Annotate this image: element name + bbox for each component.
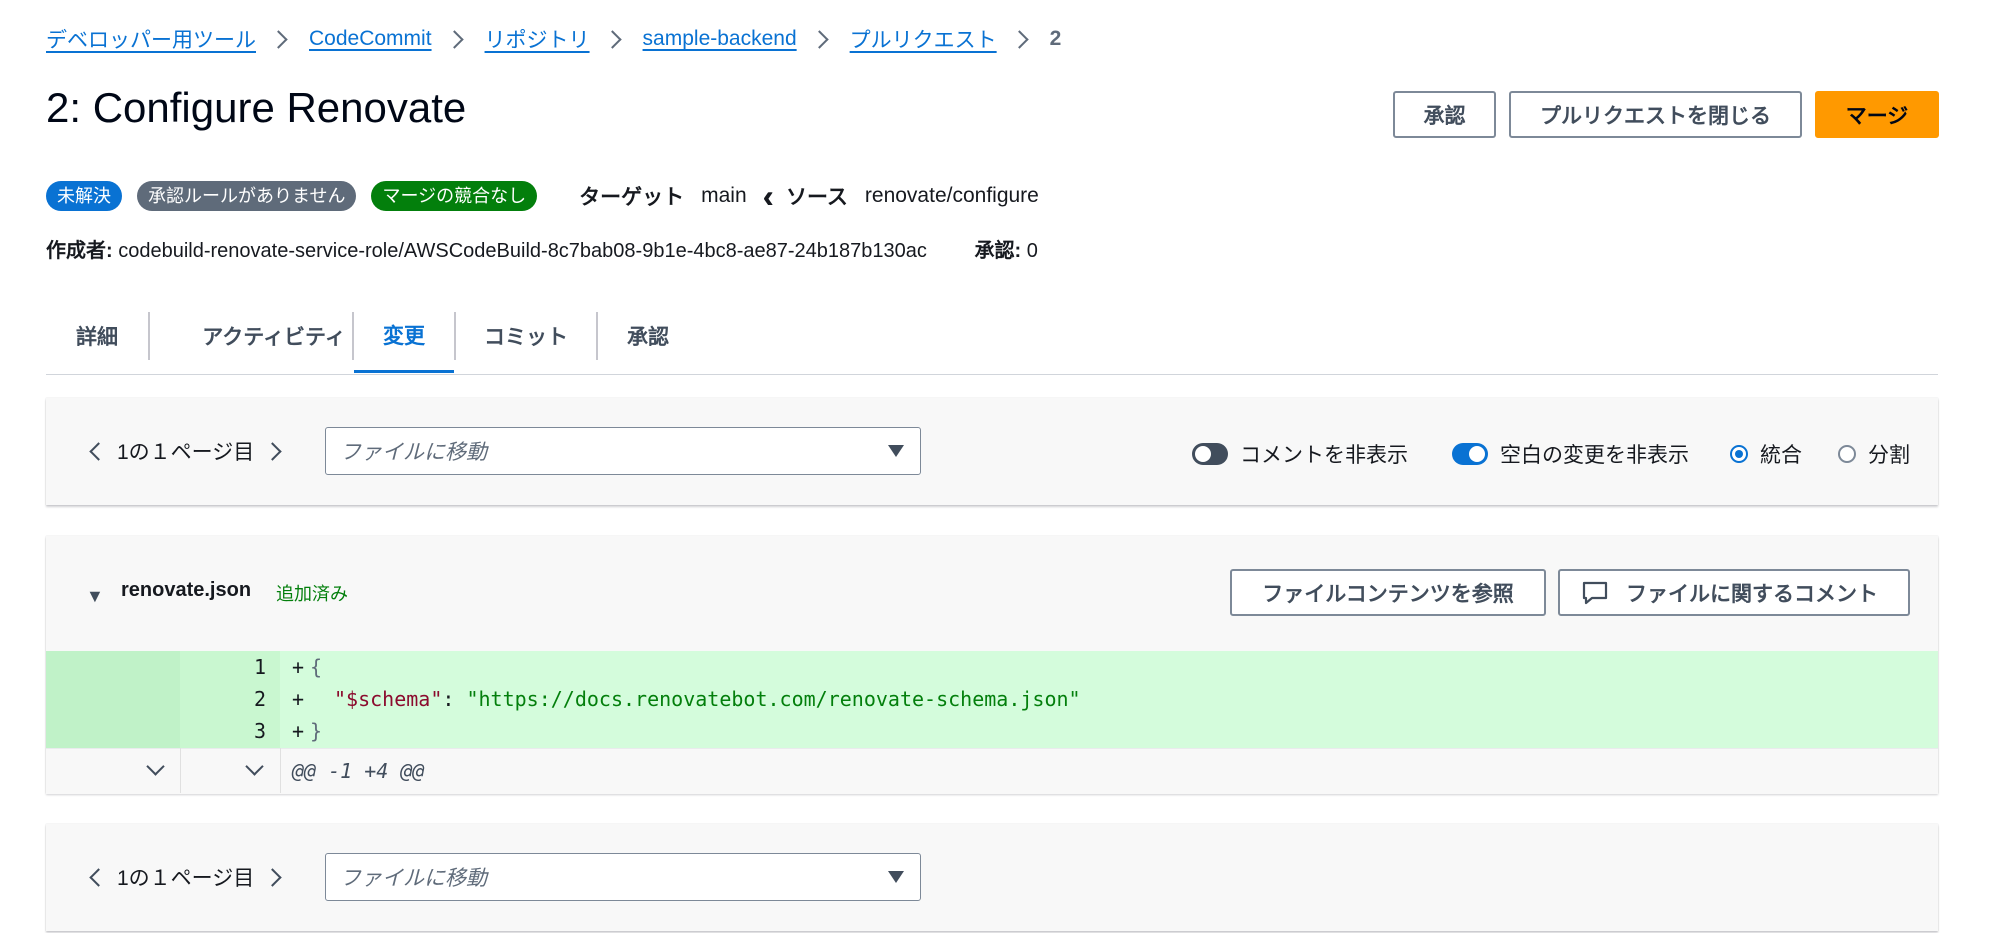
approvals-count: 0 [1026,240,1038,262]
chevron-right-icon [602,29,622,49]
breadcrumb-repository[interactable]: sample-backend [643,27,797,51]
line-content: "$schema": "https://docs.renovatebot.com… [334,687,1081,711]
json-key: "$schema" [334,687,443,711]
file-comment-button[interactable]: ファイルに関するコメント [1558,569,1910,616]
line-prefix: + [292,655,305,679]
file-comment-label: ファイルに関するコメント [1626,582,1878,606]
status-badge-no-merge-conflicts: マージの競合なし [371,181,538,211]
file-jump-select[interactable]: ファイルに移動 [325,427,921,475]
breadcrumb-pull-requests[interactable]: プルリクエスト [850,24,997,54]
chevron-right-icon [1009,29,1029,49]
line-prefix: + [292,687,305,711]
hide-whitespace-label: 空白の変更を非表示 [1500,444,1689,467]
json-value: "https://docs.renovatebot.com/renovate-s… [466,687,1081,711]
gutter-divider [180,748,181,793]
approvals-label: 承認: [974,240,1022,262]
status-row: 未解決 承認ルールがありません マージの競合なし ターゲット main ‹‹ ソ… [46,180,1053,212]
json-separator: : [442,687,467,711]
line-number: 3 [253,719,266,743]
unified-label: 統合 [1760,444,1802,467]
chevron-right-icon [809,29,829,49]
file-name: renovate.json [121,579,252,601]
caret-down-icon [888,871,904,883]
toggle-switch[interactable] [1452,443,1488,465]
diff-line[interactable]: 1 + { [46,651,1938,683]
chevron-left-icon[interactable] [89,441,108,461]
pagination: 1の１ページ目 [86,436,282,466]
file-jump-select[interactable]: ファイルに移動 [325,853,921,901]
source-branch: renovate/configure [864,184,1039,207]
source-label: ソース [785,186,848,209]
split-label: 分割 [1868,444,1910,467]
hunk-header: @@ -1 +4 @@ [292,759,425,783]
line-content: } [310,719,323,743]
tab-bar: 詳細 アクティビティ 変更 コミット 承認 [46,300,1938,375]
file-jump-placeholder: ファイルに移動 [340,867,487,890]
file-diff: ▼ renovate.json 追加済み ファイルコンテンツを参照 ファイルに関… [46,536,1938,794]
collapse-triangle-icon[interactable]: ▼ [86,586,104,607]
file-jump-placeholder: ファイルに移動 [340,441,487,464]
browse-file-contents-button[interactable]: ファイルコンテンツを参照 [1230,569,1546,616]
author-row: 作成者: codebuild-renovate-service-role/AWS… [46,234,1038,263]
line-number: 1 [253,655,266,679]
double-chevron-left-icon: ‹‹ [762,178,775,214]
approve-button[interactable]: 承認 [1393,91,1496,138]
target-branch: main [701,184,747,207]
diff-toolbar: 1の１ページ目 ファイルに移動 コメントを非表示 空白の変更を非表示 統合 分割 [46,398,1938,505]
status-badge-open: 未解決 [46,181,122,211]
chevron-right-icon [269,29,288,49]
close-pull-request-button[interactable]: プルリクエストを閉じる [1509,91,1802,138]
merge-button[interactable]: マージ [1815,91,1939,138]
tab-details[interactable]: 詳細 [46,300,148,372]
breadcrumb-repositories[interactable]: リポジトリ [485,24,590,54]
breadcrumb-developer-tools[interactable]: デベロッパー用ツール [46,24,256,54]
line-number: 2 [253,687,266,711]
line-prefix: + [292,719,305,743]
page-title: 2: Configure Renovate [46,84,467,131]
toggle-switch[interactable] [1192,443,1228,465]
author-label: 作成者: [46,240,113,262]
hide-whitespace-toggle[interactable]: 空白の変更を非表示 [1452,439,1689,469]
radio-unselected[interactable] [1838,445,1856,463]
chevron-left-icon[interactable] [89,867,108,887]
page-indicator: 1の１ページ目 [117,867,255,890]
diff-toolbar-bottom: 1の１ページ目 ファイルに移動 [46,824,1938,931]
comment-icon [1582,581,1608,604]
gutter-divider [280,748,281,793]
breadcrumb-codecommit[interactable]: CodeCommit [309,27,432,51]
view-unified-radio[interactable]: 統合 [1730,439,1802,469]
diff-line[interactable]: 2 + "$schema": "https://docs.renovatebot… [46,683,1938,715]
hide-comments-toggle[interactable]: コメントを非表示 [1192,439,1408,469]
view-split-radio[interactable]: 分割 [1838,439,1910,469]
status-badge-no-approval-rules: 承認ルールがありません [137,181,357,211]
chevron-right-icon[interactable] [263,441,282,461]
tab-changes[interactable]: 変更 [354,300,454,373]
file-status: 追加済み [276,584,348,604]
caret-down-icon [888,445,904,457]
radio-selected[interactable] [1730,445,1748,463]
page-indicator: 1の１ページ目 [117,441,255,464]
breadcrumb: デベロッパー用ツール CodeCommit リポジトリ sample-backe… [46,24,1061,54]
diff-line[interactable]: 3 + } [46,715,1938,747]
hide-comments-label: コメントを非表示 [1240,444,1408,467]
chevron-right-icon [444,29,464,49]
tab-commits[interactable]: コミット [456,300,596,372]
target-label: ターゲット [579,186,685,209]
breadcrumb-current: 2 [1049,27,1062,50]
pagination: 1の１ページ目 [86,862,282,892]
tab-approvals[interactable]: 承認 [598,300,698,372]
author-value: codebuild-renovate-service-role/AWSCodeB… [118,240,927,262]
chevron-right-icon[interactable] [263,867,282,887]
line-content: { [310,655,323,679]
